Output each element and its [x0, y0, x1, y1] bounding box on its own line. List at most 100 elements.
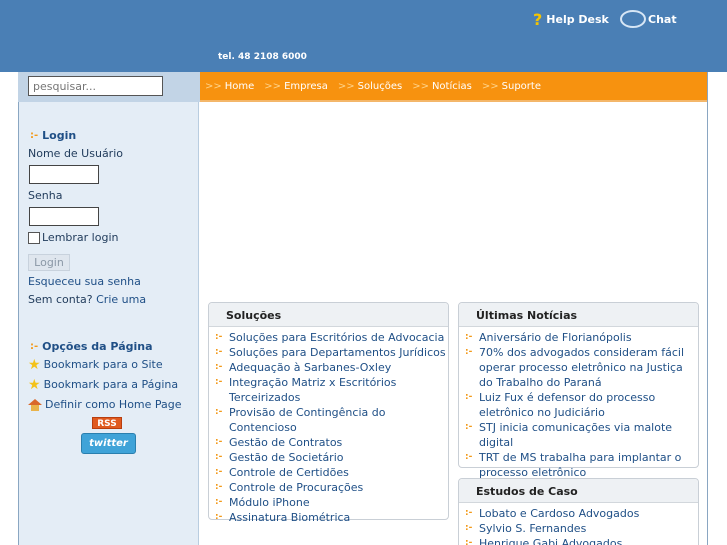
menu-arrow-icon: >>	[205, 80, 222, 92]
list-item[interactable]: :- Provisão de Contingência do Contencios…	[215, 405, 448, 435]
list-item[interactable]: :- Assinatura Biométrica	[215, 510, 448, 525]
bullet-icon: :-	[465, 332, 473, 342]
list-item-label: Adequação à Sarbanes-Oxley	[229, 361, 392, 374]
casos-list: :- Lobato e Cardoso Advogados:- Sylvio S. …	[459, 503, 698, 545]
list-item[interactable]: :- TRT de MS trabalha para implantar o pr…	[465, 450, 698, 480]
list-item[interactable]: :- Gestão de Contratos	[215, 435, 448, 450]
remember-label: Lembrar login	[42, 231, 119, 244]
bullet-icon: :-	[465, 538, 473, 545]
bullet-icon: :-	[215, 407, 223, 417]
list-item-label: Soluções para Departamentos Jurídicos	[229, 346, 446, 359]
list-item-label: STJ inicia comunicações via malote digit…	[479, 421, 673, 449]
bookmark-page-link[interactable]: ★ Bookmark para a Página	[28, 378, 178, 392]
bullet-icon: :-	[215, 482, 223, 492]
site-header: ? Help Desk Chat tel. 48 2108 6000	[0, 0, 727, 72]
list-item[interactable]: :- STJ inicia comunicações via malote dig…	[465, 420, 698, 450]
signup-line: Sem conta? Crie uma	[28, 293, 146, 306]
list-item[interactable]: :- Henrique Gabi Advogados	[465, 536, 698, 545]
bullet-icon: :-	[465, 347, 473, 357]
list-item-label: Controle de Certidões	[229, 466, 349, 479]
list-item[interactable]: :- Sylvio S. Fernandes	[465, 521, 698, 536]
noticias-list: :- Aniversário de Florianópolis :- 70% dos …	[459, 327, 698, 480]
menu-item-label: Soluções	[357, 80, 403, 92]
menu-item-label: Suporte	[501, 80, 541, 92]
list-item-label: Sylvio S. Fernandes	[479, 522, 587, 535]
list-item[interactable]: :- Módulo iPhone	[215, 495, 448, 510]
casos-box: Estudos de Caso :- Lobato e Cardoso Advog…	[458, 478, 699, 545]
list-item-label: Aniversário de Florianópolis	[479, 331, 632, 344]
list-item[interactable]: :- Gestão de Societário	[215, 450, 448, 465]
main-menu: >> Home >> Empresa >> Soluções >> Notícias >…	[200, 72, 708, 100]
menu-item-noticias[interactable]: >> Notícias	[412, 81, 472, 92]
list-item[interactable]: :- Luiz Fux é defensor do processo eletrô…	[465, 390, 698, 420]
remember-checkbox[interactable]	[28, 231, 40, 244]
bullet-icon: :-	[215, 437, 223, 447]
options-title: :- Opções da Página	[30, 340, 153, 353]
login-title: :- Login	[30, 129, 76, 142]
create-account-link[interactable]: Crie uma	[96, 293, 146, 306]
menu-item-empresa[interactable]: >> Empresa	[264, 81, 328, 92]
forgot-password-link[interactable]: Esqueceu sua senha	[28, 275, 141, 288]
no-account-text: Sem conta?	[28, 293, 93, 306]
list-item[interactable]: :- 70% dos advogados consideram fácil ope…	[465, 345, 698, 390]
noticias-box: Últimas Notícias :- Aniversário de Floria…	[458, 302, 699, 479]
bullet-icon: :-	[30, 341, 39, 352]
help-desk-label: Help Desk	[546, 13, 609, 26]
help-desk-link[interactable]: ? Help Desk	[533, 10, 609, 29]
solucoes-box: Soluções :- Soluções para Escritórios de …	[208, 302, 449, 524]
menu-item-label: Empresa	[284, 80, 328, 92]
list-item-label: Luiz Fux é defensor do processo eletrôni…	[479, 391, 656, 419]
menu-item-label: Home	[224, 80, 255, 92]
menu-arrow-icon: >>	[412, 80, 429, 92]
list-item-label: 70% dos advogados consideram fácil opera…	[479, 346, 685, 389]
chat-label: Chat	[648, 12, 677, 26]
bullet-icon: :-	[465, 422, 473, 432]
list-item-label: Integração Matriz x Escritórios Terceiri…	[229, 376, 397, 404]
bullet-icon: :-	[215, 467, 223, 477]
bullet-icon: :-	[215, 452, 223, 462]
list-item[interactable]: :- Integração Matriz x Escritórios Tercei…	[215, 375, 448, 405]
home-page-link[interactable]: Definir como Home Page	[28, 398, 182, 411]
menu-item-home[interactable]: >> Home	[205, 81, 254, 92]
remember-login[interactable]: Lembrar login	[28, 231, 118, 244]
noticias-title: Últimas Notícias	[459, 303, 698, 327]
bookmark-site-label: Bookmark para o Site	[43, 358, 163, 371]
chat-link[interactable]: Chat	[620, 10, 677, 28]
chat-bubble-icon	[620, 10, 646, 28]
list-item-label: Lobato e Cardoso Advogados	[479, 507, 640, 520]
home-page-label: Definir como Home Page	[45, 398, 182, 411]
casos-title: Estudos de Caso	[459, 479, 698, 503]
menu-item-suporte[interactable]: >> Suporte	[482, 81, 541, 92]
list-item[interactable]: :- Soluções para Escritórios de Advocacia	[215, 330, 448, 345]
list-item-label: Controle de Procurações	[229, 481, 364, 494]
bookmark-site-link[interactable]: ★ Bookmark para o Site	[28, 358, 163, 372]
list-item-label: TRT de MS trabalha para implantar o proc…	[479, 451, 682, 479]
list-item[interactable]: :- Controle de Procurações	[215, 480, 448, 495]
bullet-icon: :-	[215, 347, 223, 357]
password-field[interactable]	[29, 207, 99, 226]
menu-item-solucoes[interactable]: >> Soluções	[338, 81, 402, 92]
twitter-button[interactable]: twitter	[81, 433, 136, 454]
help-icon: ?	[533, 10, 543, 29]
solucoes-list: :- Soluções para Escritórios de Advocacia…	[209, 327, 448, 525]
list-item[interactable]: :- Controle de Certidões	[215, 465, 448, 480]
bullet-icon: :-	[215, 497, 223, 507]
login-button[interactable]: Login	[28, 254, 70, 271]
rss-badge[interactable]: RSS	[92, 417, 122, 429]
menu-arrow-icon: >>	[264, 80, 282, 92]
bullet-icon: :-	[465, 392, 473, 402]
menu-underline	[200, 100, 708, 102]
list-item[interactable]: :- Lobato e Cardoso Advogados	[465, 506, 698, 521]
bullet-icon: :-	[215, 512, 223, 522]
password-label: Senha	[28, 189, 63, 202]
search-input[interactable]	[28, 76, 163, 96]
list-item[interactable]: :- Aniversário de Florianópolis	[465, 330, 698, 345]
content-border	[707, 72, 708, 545]
list-item[interactable]: :- Adequação à Sarbanes-Oxley	[215, 360, 448, 375]
bullet-icon: :-	[30, 130, 39, 141]
list-item[interactable]: :- Soluções para Departamentos Jurídicos	[215, 345, 448, 360]
username-field[interactable]	[29, 165, 99, 184]
list-item-label: Assinatura Biométrica	[229, 511, 351, 524]
list-item-label: Gestão de Societário	[229, 451, 344, 464]
list-item-label: Gestão de Contratos	[229, 436, 343, 449]
